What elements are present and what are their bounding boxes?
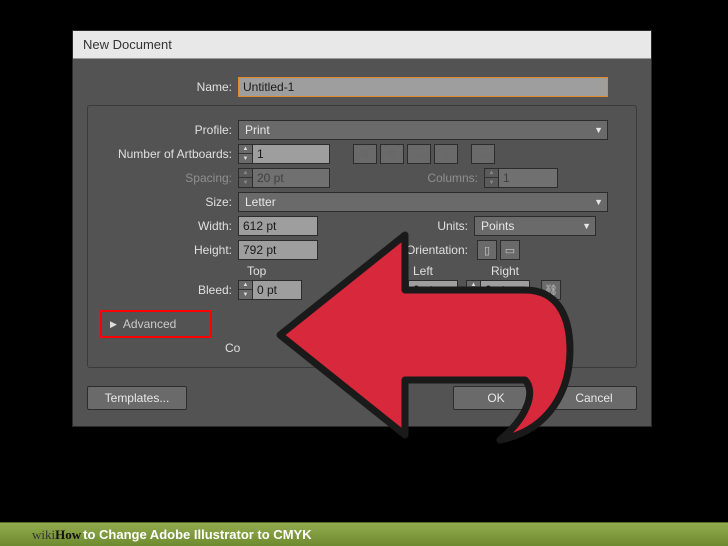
height-label: Height: [100,243,232,257]
columns-stepper: ▲▼ [484,168,498,188]
units-value: Points [481,219,514,233]
units-dropdown[interactable]: Points ▼ [474,216,596,236]
dialog-body: Name: Profile: Print ▼ Number of Artboar… [73,59,651,426]
bleed-top-label: Top [247,264,319,278]
dialog-titlebar: New Document [73,31,651,59]
cancel-button[interactable]: Cancel [551,386,637,410]
bleed-right-label: Right [491,264,563,278]
bleed-top-stepper[interactable]: ▲▼ [238,280,252,300]
wikihow-logo: wikiHow [32,527,81,543]
bleed-top-input[interactable] [252,280,302,300]
name-label: Name: [87,80,232,94]
chevron-down-icon: ▼ [594,197,603,207]
width-input[interactable] [238,216,318,236]
direction-icon[interactable]: → [471,144,495,164]
artboards-label: Number of Artboards: [100,147,232,161]
profile-value: Print [245,123,270,137]
profile-label: Profile: [100,123,232,137]
size-label: Size: [100,195,232,209]
bleed-left-label: Left [413,264,485,278]
spacing-input [252,168,330,188]
advanced-label: Advanced [123,317,176,331]
spacing-stepper: ▲▼ [238,168,252,188]
bleed-label: Bleed: [100,283,232,297]
width-label: Width: [100,219,232,233]
arrange-row-icon[interactable]: ↔ [407,144,431,164]
grid-by-col-icon[interactable]: ⊟ [380,144,404,164]
templates-button[interactable]: Templates... [87,386,187,410]
bleed-left-input[interactable] [408,280,458,300]
name-input[interactable] [238,77,608,97]
advanced-toggle[interactable]: ▶ Advanced [100,310,212,338]
artboards-input[interactable] [252,144,330,164]
artboards-stepper[interactable]: ▲▼ [238,144,252,164]
bleed-right-stepper[interactable]: ▲▼ [466,280,480,300]
units-label: Units: [318,219,468,233]
grid-by-row-icon[interactable]: ⊞ [353,144,377,164]
obscured-text-line: Co gn to Pixel Grid:No [225,341,624,355]
ok-button[interactable]: OK [453,386,539,410]
triangle-right-icon: ▶ [110,319,117,330]
main-section: Profile: Print ▼ Number of Artboards: ▲▼… [87,105,637,368]
size-dropdown[interactable]: Letter ▼ [238,192,608,212]
chevron-down-icon: ▼ [582,221,591,231]
columns-input [498,168,558,188]
watermark-bar: wikiHow to Change Adobe Illustrator to C… [0,522,728,546]
orientation-label: Orientation: [318,243,468,257]
columns-label: Columns: [330,171,478,185]
height-input[interactable] [238,240,318,260]
orientation-landscape-icon[interactable]: ▭ [500,240,520,260]
arrange-col-icon[interactable]: ↕ [434,144,458,164]
bleed-left-stepper[interactable]: ▲▼ [394,280,408,300]
size-value: Letter [245,195,276,209]
profile-dropdown[interactable]: Print ▼ [238,120,608,140]
link-bleed-icon[interactable]: ⛓ [541,280,561,300]
orientation-portrait-icon[interactable]: ▯ [477,240,497,260]
new-document-dialog: New Document Name: Profile: Print ▼ Numb… [72,30,652,427]
bleed-right-input[interactable] [480,280,530,300]
chevron-down-icon: ▼ [594,125,603,135]
spacing-label: Spacing: [100,171,232,185]
article-title: to Change Adobe Illustrator to CMYK [83,527,311,542]
